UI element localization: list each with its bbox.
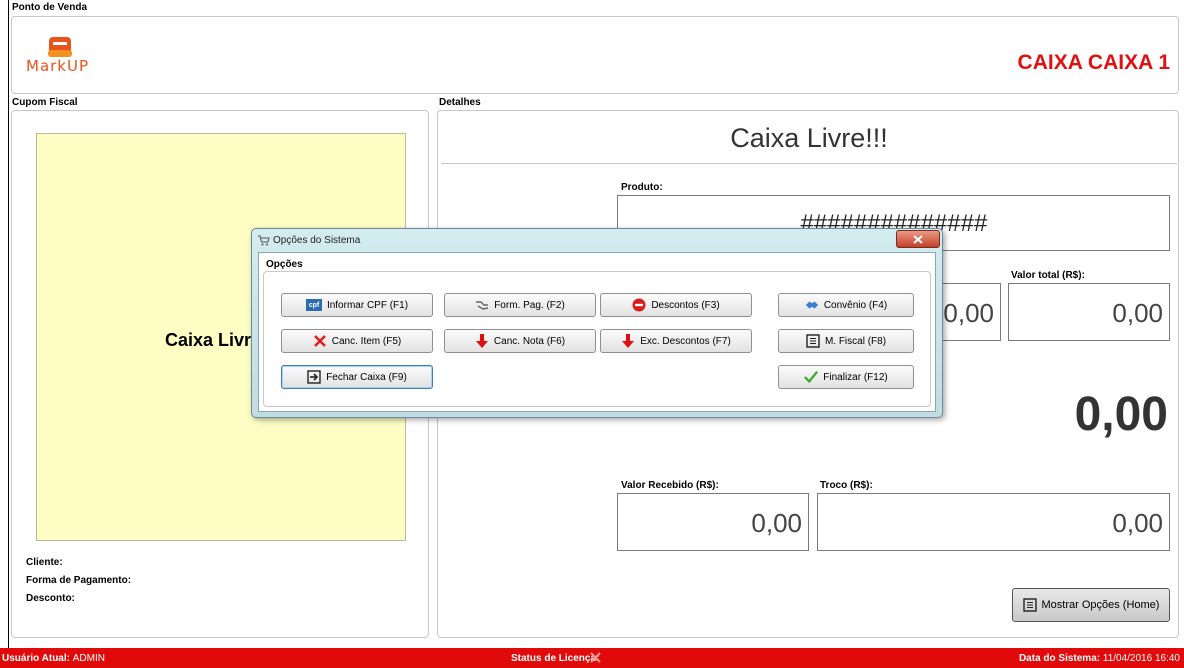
usuario-atual: Usuário Atual: ADMIN	[2, 653, 105, 664]
finalizar-button[interactable]: Finalizar (F12)	[778, 365, 914, 389]
troco-field[interactable]: 0,00	[817, 493, 1170, 551]
canc-nota-button[interactable]: Canc. Nota (F6)	[444, 329, 596, 353]
options-group-title: Opções	[266, 259, 303, 270]
forma-pagamento-label: Forma de Pagamento:	[26, 575, 132, 586]
cart-icon	[258, 235, 270, 249]
options-group: cpf Informar CPF (F1) Form. Pag. (F2) De…	[263, 271, 931, 407]
payment-hand-icon	[475, 298, 489, 312]
exit-arrow-icon	[307, 370, 321, 384]
cancel-x-icon	[313, 334, 327, 348]
list-icon	[806, 334, 820, 348]
cupom-section-title: Cupom Fiscal	[12, 97, 78, 108]
canc-item-label: Canc. Item (F5)	[331, 335, 402, 347]
no-entry-icon	[632, 298, 646, 312]
valor-total-field[interactable]: 0,00	[1008, 283, 1170, 341]
descontos-label: Descontos (F3)	[651, 299, 720, 311]
list-icon	[1022, 598, 1037, 612]
m-fiscal-label: M. Fiscal (F8)	[824, 335, 887, 347]
valor-total-label: Valor total (R$):	[1011, 270, 1085, 281]
exc-descontos-label: Exc. Descontos (F7)	[640, 335, 731, 347]
usuario-value: ADMIN	[72, 653, 105, 664]
status-licenca: Status de Licença:	[511, 653, 599, 664]
convenio-button[interactable]: Convênio (F4)	[778, 293, 914, 317]
cpf-icon: cpf	[305, 299, 322, 311]
descontos-button[interactable]: Descontos (F3)	[600, 293, 752, 317]
fechar-caixa-label: Fechar Caixa (F9)	[326, 371, 407, 383]
arrow-down-icon	[475, 334, 489, 348]
data-value: 11/04/2016	[1102, 653, 1153, 664]
dialog-title: Opções do Sistema	[273, 235, 361, 246]
form-pag-label: Form. Pag. (F2)	[494, 299, 565, 311]
mostrar-opcoes-label: Mostrar Opções (Home)	[1041, 599, 1160, 611]
markup-logo: MarkUP	[24, 35, 114, 79]
exc-descontos-button[interactable]: Exc. Descontos (F7)	[600, 329, 752, 353]
status-title: Caixa Livre!!!	[730, 123, 888, 153]
total-big-value: 0,00	[1074, 388, 1168, 441]
fechar-caixa-button[interactable]: Fechar Caixa (F9)	[281, 365, 433, 389]
detalhes-section-title: Detalhes	[439, 97, 481, 108]
troco-label: Troco (R$):	[820, 480, 873, 491]
canc-item-button[interactable]: Canc. Item (F5)	[281, 329, 433, 353]
close-icon	[913, 234, 923, 244]
window-title: Ponto de Venda	[12, 2, 88, 13]
finalizar-label: Finalizar (F12)	[823, 371, 888, 383]
dialog-close-button[interactable]	[896, 230, 940, 248]
desconto-label: Desconto:	[26, 593, 75, 604]
header-panel: MarkUP CAIXA CAIXA 1	[11, 16, 1179, 94]
mostrar-opcoes-button[interactable]: Mostrar Opções (Home)	[1012, 588, 1170, 622]
dialog-content: Opções cpf Informar CPF (F1) Form. Pag. …	[258, 252, 936, 412]
checkmark-icon	[804, 370, 819, 384]
cliente-label: Cliente:	[26, 557, 63, 568]
usuario-label: Usuário Atual:	[2, 653, 70, 664]
logo-text: MarkUP	[26, 57, 90, 75]
data-label: Data do Sistema:	[1018, 653, 1101, 664]
informar-cpf-label: Informar CPF (F1)	[326, 299, 409, 311]
arrow-down-icon	[621, 334, 635, 348]
license-status-x-icon	[590, 652, 601, 666]
informar-cpf-button[interactable]: cpf Informar CPF (F1)	[281, 293, 433, 317]
convenio-label: Convênio (F4)	[823, 299, 888, 311]
m-fiscal-button[interactable]: M. Fiscal (F8)	[778, 329, 914, 353]
hora-value: 16:40	[1154, 653, 1180, 664]
produto-label: Produto:	[621, 182, 663, 193]
data-sistema: Data do Sistema: 11/04/2016 16:40	[1019, 653, 1180, 664]
caixa-label: CAIXA CAIXA 1	[1017, 51, 1170, 74]
valor-recebido-label: Valor Recebido (R$):	[621, 480, 719, 491]
form-pag-button[interactable]: Form. Pag. (F2)	[444, 293, 596, 317]
title-divider	[441, 163, 1177, 164]
options-dialog: Opções do Sistema Opções cpf Informar CP…	[251, 228, 943, 418]
canc-nota-label: Canc. Nota (F6)	[493, 335, 566, 347]
licenca-label: Status de Licença:	[511, 653, 600, 664]
status-bar: Usuário Atual: ADMIN Status de Licença: …	[0, 648, 1184, 668]
handshake-icon	[805, 298, 819, 312]
valor-recebido-field[interactable]: 0,00	[617, 493, 809, 551]
